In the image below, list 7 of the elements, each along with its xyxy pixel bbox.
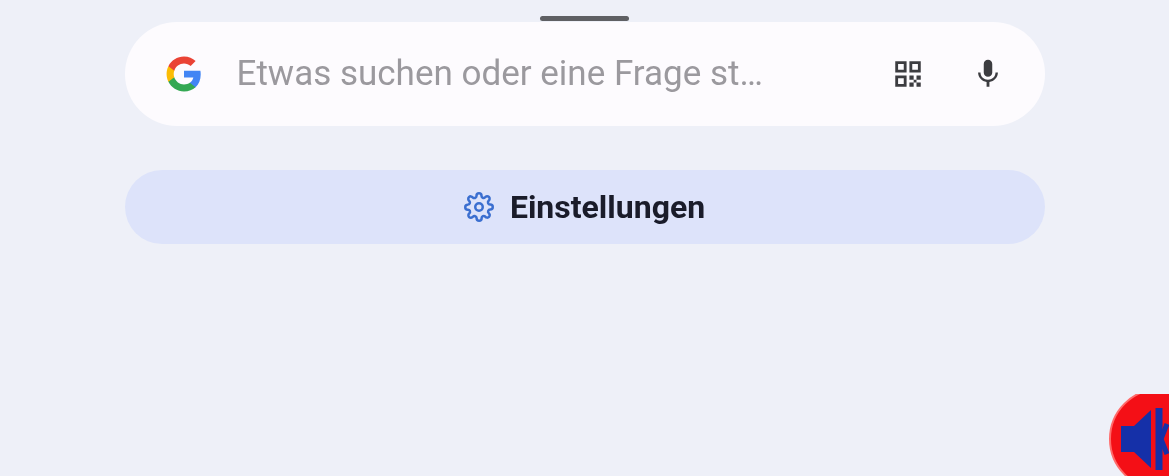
drag-handle[interactable]	[540, 16, 629, 21]
settings-button[interactable]: Einstellungen	[124, 170, 1045, 244]
settings-icon	[463, 192, 494, 222]
speaker-muted-icon[interactable]	[1109, 394, 1169, 476]
google-logo-icon	[164, 55, 203, 93]
search-field[interactable]: Etwas suchen oder eine Frage st…	[124, 22, 1045, 126]
search-input[interactable]: Etwas suchen oder eine Frage st…	[236, 47, 857, 101]
